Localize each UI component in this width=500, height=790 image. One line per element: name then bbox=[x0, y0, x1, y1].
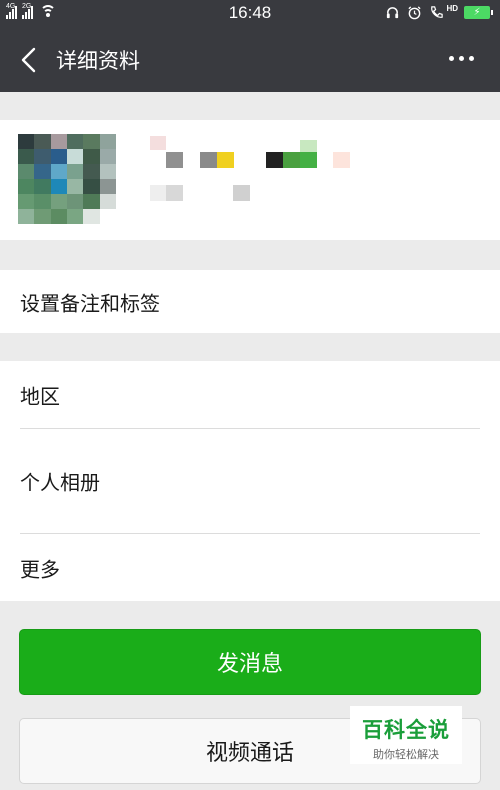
profile-card[interactable] bbox=[0, 120, 500, 240]
page-title: 详细资料 bbox=[56, 49, 140, 73]
avatar[interactable] bbox=[18, 134, 116, 224]
title-bar: 详细资料 bbox=[0, 28, 500, 92]
chevron-left-icon[interactable] bbox=[18, 46, 42, 74]
status-right: HD ⚡ bbox=[384, 3, 493, 20]
menu-item-album[interactable]: 个人相册 bbox=[0, 429, 500, 533]
battery-icon: ⚡ bbox=[464, 5, 493, 19]
send-message-button[interactable]: 发消息 bbox=[19, 629, 481, 695]
alarm-icon bbox=[406, 4, 422, 20]
headset-icon bbox=[384, 4, 400, 20]
phone-call-icon bbox=[428, 4, 444, 20]
remark-tags-label: 设置备注和标签 bbox=[20, 291, 160, 315]
hd-label: HD bbox=[446, 3, 458, 13]
region-label: 地区 bbox=[20, 384, 60, 408]
menu-item-remark-tags[interactable]: 设置备注和标签 bbox=[0, 270, 500, 333]
menu-item-region[interactable]: 地区 bbox=[0, 361, 500, 428]
more-dots-icon[interactable] bbox=[449, 56, 474, 61]
watermark-subtitle: 助你轻松解决 bbox=[373, 748, 439, 761]
remark-section: 设置备注和标签 bbox=[0, 270, 500, 333]
status-bar: 4G 2G 16:48 HD ⚡ bbox=[0, 0, 500, 28]
watermark-logo: 百科全说 助你轻松解决 bbox=[350, 706, 462, 764]
menu-item-more[interactable]: 更多 bbox=[0, 534, 500, 601]
watermark-title: 百科全说 bbox=[362, 718, 450, 742]
album-label: 个人相册 bbox=[20, 470, 100, 495]
info-section: 地区 个人相册 更多 bbox=[0, 361, 500, 601]
more-label: 更多 bbox=[20, 557, 60, 581]
